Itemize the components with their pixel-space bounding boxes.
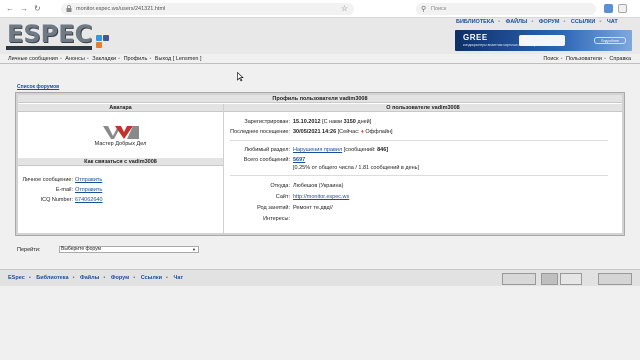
url-text: monitor.espec.ws/users/241321.html [76, 6, 166, 12]
total-posts-link[interactable]: 5697 [293, 157, 305, 163]
footer-link-forum[interactable]: Форум [111, 275, 129, 281]
top-nav: БИБЛИОТЕКА • ФАЙЛЫ • ФОРУМ • ССЫЛКИ • ЧАТ [456, 19, 618, 25]
top-nav-chat[interactable]: ЧАТ [607, 19, 618, 25]
back-arrow-icon[interactable]: ← [6, 5, 14, 13]
browser-toolbar: ← → ↻ monitor.espec.ws/users/241321.html… [0, 0, 640, 18]
top-nav-links[interactable]: ССЫЛКИ [571, 19, 596, 25]
counter-badge-4[interactable] [598, 273, 632, 285]
search-icon: ⚲ [421, 6, 427, 13]
site-footer: ESpec • Библиотека • Файлы • Форум • Ссылки •… [0, 269, 640, 286]
jump-to-forum: Перейти: Выберите форум ▼ [17, 246, 199, 253]
counter-badge-2[interactable] [541, 273, 558, 285]
footer-link-links[interactable]: Ссылки [141, 275, 162, 281]
facebook-icon[interactable] [103, 35, 109, 41]
offline-status-icon: ♦ [361, 129, 364, 135]
footer-link-chat[interactable]: Чат [173, 275, 183, 281]
forum-select-value: Выберите форум [61, 246, 101, 252]
email-send-link[interactable]: Отправить [75, 187, 102, 193]
jump-label: Перейти: [17, 247, 41, 253]
fav-section-label: Любимый раздел: [244, 147, 290, 153]
icq-label: ICQ Number: [40, 197, 73, 203]
top-nav-library[interactable]: БИБЛИОТЕКА [456, 19, 494, 25]
top-nav-forum[interactable]: ФОРУМ [539, 19, 560, 25]
occupation-value: Ремонт те.двд// [293, 205, 333, 211]
fav-section-value: Нарушения правил [сообщений: 846] [293, 147, 389, 153]
fav-section-link[interactable]: Нарушения правил [293, 147, 342, 153]
location-label: Откуда: [270, 183, 290, 189]
nav-search[interactable]: Поиск [543, 56, 558, 62]
logo-text: ESPEC [7, 20, 93, 48]
total-posts-label: Всего сообщений: [243, 157, 290, 163]
about-header: О пользователе vadim3008 [224, 104, 622, 112]
last-visit-label: Последнее посещение: [230, 129, 290, 135]
extension-icon[interactable] [604, 4, 613, 13]
main-nav: Личные сообщения • Анонсы • Закладки • Проф… [0, 54, 640, 64]
ad-banner[interactable]: GREE кондиционеры визитная карточка ваше… [455, 30, 632, 51]
contact-header: Как связаться с vadim3008 [18, 158, 223, 166]
profile-title: Профиль пользователя vadim3008 [18, 95, 622, 103]
counter-badge-3[interactable] [560, 273, 582, 285]
nav-private-messages[interactable]: Личные сообщения [8, 56, 58, 62]
menu-icon[interactable] [618, 4, 627, 13]
banner-more-button[interactable]: Подробнее [594, 37, 626, 44]
last-visit-value: 30/05/2021 14:26 [Сейчас: ♦ Оффлайн] [293, 129, 393, 135]
divider [230, 175, 608, 176]
nav-logout[interactable]: Выход [ Lensmen ] [155, 56, 202, 62]
nav-help[interactable]: Справка [609, 56, 631, 62]
forum-list-link[interactable]: Список форумов [17, 84, 59, 90]
footer-link-files[interactable]: Файлы [80, 275, 99, 281]
lock-icon [66, 5, 72, 12]
air-conditioner-image [519, 35, 565, 46]
avatar-header: Аватара [18, 104, 223, 112]
pm-label: Личное сообщение: [22, 177, 73, 183]
pm-send-link[interactable]: Отправить [75, 177, 102, 183]
nav-announcements[interactable]: Анонсы [65, 56, 85, 62]
profile-panel: Профиль пользователя vadim3008 Аватара О… [15, 92, 625, 236]
avatar [103, 126, 139, 139]
espec-logo[interactable]: ESPEC [6, 20, 94, 50]
footer-link-library[interactable]: Библиотека [36, 275, 68, 281]
registered-label: Зарегистрирован: [244, 119, 290, 125]
location-value: Любешов (Украина) [293, 183, 344, 189]
address-bar[interactable]: monitor.espec.ws/users/241321.html ☆ [61, 3, 354, 15]
avatar-caption: Мастер Добрых Дел [94, 141, 147, 147]
nav-profile[interactable]: Профиль [124, 56, 148, 62]
email-label: E-mail: [55, 187, 73, 193]
twitter-icon[interactable] [96, 35, 102, 41]
website-link[interactable]: http://monitor.espec.ws [293, 194, 349, 200]
footer-link-espec[interactable]: ESpec [8, 275, 25, 281]
search-placeholder: Поиск [431, 6, 447, 12]
nav-bookmarks[interactable]: Закладки [92, 56, 116, 62]
rss-icon[interactable] [96, 42, 102, 48]
occupation-label: Род занятий: [257, 205, 290, 211]
browser-search-field[interactable]: ⚲ Поиск [416, 3, 596, 15]
forum-select[interactable]: Выберите форум ▼ [59, 246, 199, 253]
total-posts-note: [0.25% от общего числа / 1.81 сообщений … [293, 165, 420, 171]
icq-number-link[interactable]: 674062640 [75, 197, 103, 203]
registered-value: 15.10.2012 [С нами 3150 дней] [293, 119, 372, 125]
nav-users[interactable]: Пользователи [566, 56, 602, 62]
forward-arrow-icon[interactable]: → [20, 5, 28, 13]
divider [230, 140, 608, 141]
counter-badge-1[interactable] [502, 273, 536, 285]
logo-underline [6, 46, 92, 50]
reload-icon[interactable]: ↻ [34, 5, 41, 13]
bookmark-star-icon[interactable]: ☆ [341, 4, 348, 13]
website-label: Сайт: [275, 194, 290, 200]
chevron-down-icon: ▼ [192, 247, 196, 252]
mouse-cursor-icon [237, 72, 244, 82]
site-header: ESPEC БИБЛИОТЕКА • ФАЙЛЫ • ФОРУМ • ССЫЛКИ • … [0, 18, 640, 54]
top-nav-files[interactable]: ФАЙЛЫ [506, 19, 528, 25]
interests-label: Интересы: [263, 216, 290, 222]
banner-brand: GREE [463, 33, 488, 42]
